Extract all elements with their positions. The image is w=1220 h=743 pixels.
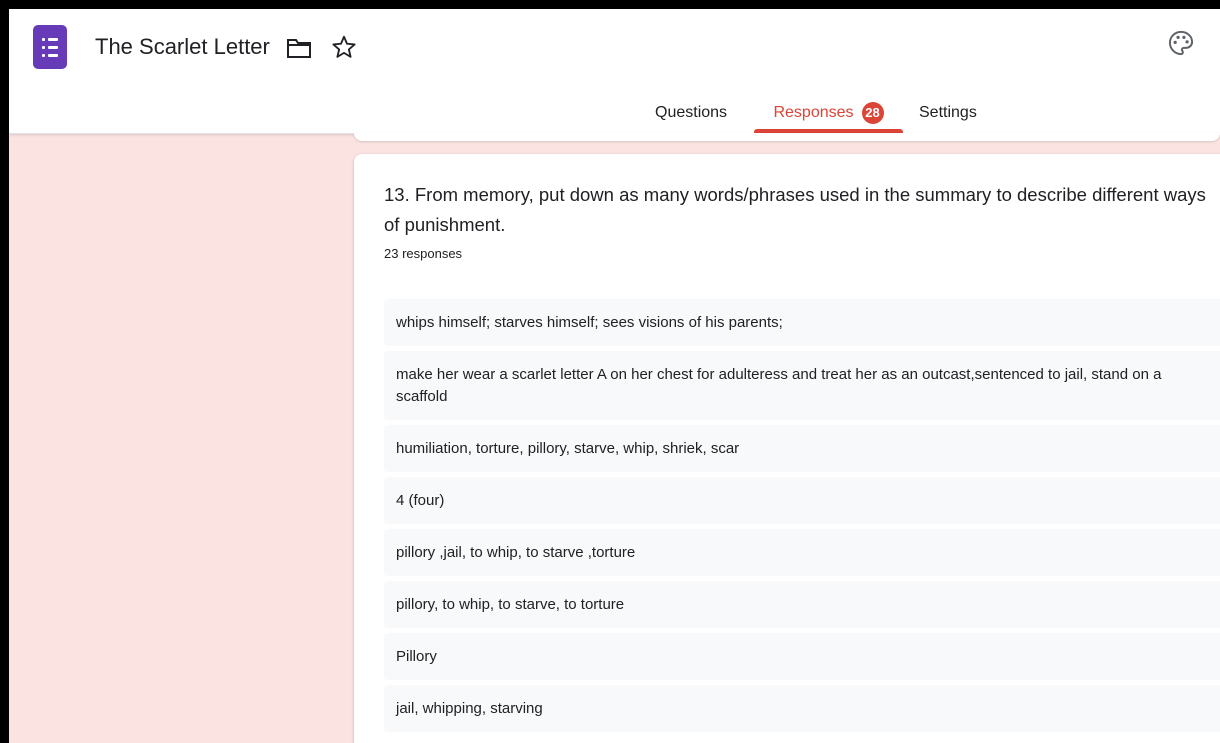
response-item: Pillory xyxy=(384,633,1220,680)
response-item: humiliation, torture, pillory, starve, w… xyxy=(384,425,1220,472)
star-icon[interactable] xyxy=(331,34,357,60)
tab-responses-label: Responses xyxy=(773,104,854,121)
tab-questions-label: Questions xyxy=(655,104,728,121)
form-title[interactable]: The Scarlet Letter xyxy=(95,34,270,60)
question-title: 13. From memory, put down as many words/… xyxy=(384,184,1206,235)
response-item: pillory ,jail, to whip, to starve ,tortu… xyxy=(384,529,1220,576)
responses-list[interactable]: whips himself; starves himself; sees vis… xyxy=(384,299,1220,737)
response-count: 23 responses xyxy=(384,246,463,261)
forms-window: The Scarlet Letter Questions Responses 2… xyxy=(9,9,1220,743)
palette-icon[interactable] xyxy=(1167,29,1195,57)
top-bar: The Scarlet Letter Questions Responses 2… xyxy=(9,9,1220,134)
tab-responses[interactable]: Responses 28 xyxy=(754,93,903,133)
tab-questions[interactable]: Questions xyxy=(655,93,727,133)
forms-app-icon[interactable] xyxy=(33,25,67,69)
tab-bar: Questions Responses 28 Settings xyxy=(9,93,1220,133)
responses-count-badge: 28 xyxy=(861,102,884,124)
response-item: pillory, to whip, to starve, to torture xyxy=(384,581,1220,628)
question-card: 13. From memory, put down as many words/… xyxy=(354,154,1220,743)
folder-icon[interactable] xyxy=(286,37,312,59)
tab-settings-label: Settings xyxy=(919,104,977,121)
tab-settings[interactable]: Settings xyxy=(919,93,977,133)
response-item: whips himself; starves himself; sees vis… xyxy=(384,299,1220,346)
previous-card-edge xyxy=(354,133,1220,141)
response-item: jail, whipping, starving xyxy=(384,685,1220,732)
response-item: make her wear a scarlet letter A on her … xyxy=(384,351,1220,420)
response-item: 4 (four) xyxy=(384,477,1220,524)
